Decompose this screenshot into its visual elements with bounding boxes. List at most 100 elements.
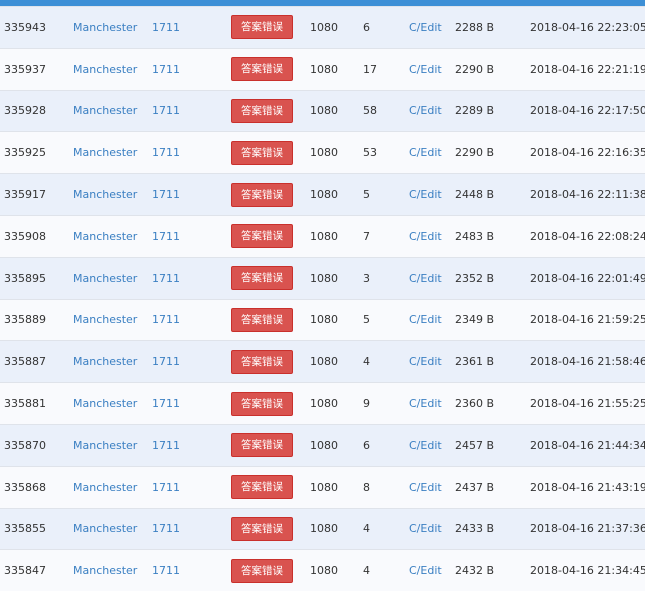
- table-row: 335870 Manchester 1711 答案错误 1080 6 C/Edi…: [0, 423, 645, 466]
- memory-value: 1080: [310, 438, 338, 452]
- submissions-table: 335943 Manchester 1711 答案错误 1080 6 C/Edi…: [0, 6, 645, 591]
- problem-link[interactable]: 1711: [152, 425, 180, 466]
- status-cell: 答案错误: [231, 509, 293, 550]
- run-id: 335895: [4, 271, 46, 285]
- status-badge[interactable]: 答案错误: [231, 307, 293, 332]
- language-link[interactable]: C/Edit: [409, 383, 442, 424]
- problem-link[interactable]: 1711: [152, 467, 180, 508]
- status-badge[interactable]: 答案错误: [231, 140, 293, 165]
- problem-link[interactable]: 1711: [152, 383, 180, 424]
- problem-link[interactable]: 1711: [152, 258, 180, 299]
- code-length: 2433 B: [455, 522, 495, 536]
- code-length: 2288 B: [455, 20, 495, 34]
- problem-link[interactable]: 1711: [152, 509, 180, 550]
- problem-link[interactable]: 1711: [152, 132, 180, 173]
- user-link[interactable]: Manchester: [73, 174, 137, 215]
- submit-time: 2018-04-16 22:16:35: [530, 146, 645, 160]
- memory-value: 1080: [310, 355, 338, 369]
- status-cell: 答案错误: [231, 383, 293, 424]
- user-link[interactable]: Manchester: [73, 509, 137, 550]
- status-cell: 答案错误: [231, 300, 293, 341]
- memory-value: 1080: [310, 20, 338, 34]
- run-id: 335928: [4, 104, 46, 118]
- code-length: 2448 B: [455, 188, 495, 202]
- run-id: 335847: [4, 564, 46, 578]
- status-badge[interactable]: 答案错误: [231, 558, 293, 583]
- language-link[interactable]: C/Edit: [409, 258, 442, 299]
- language-link[interactable]: C/Edit: [409, 49, 442, 90]
- status-badge[interactable]: 答案错误: [231, 391, 293, 416]
- submit-time: 2018-04-16 22:11:38: [530, 188, 645, 202]
- code-length: 2349 B: [455, 313, 495, 327]
- status-cell: 答案错误: [231, 91, 293, 132]
- language-link[interactable]: C/Edit: [409, 509, 442, 550]
- problem-link[interactable]: 1711: [152, 341, 180, 382]
- submit-time: 2018-04-16 22:23:05: [530, 20, 645, 34]
- user-link[interactable]: Manchester: [73, 383, 137, 424]
- status-badge[interactable]: 答案错误: [231, 475, 293, 500]
- user-link[interactable]: Manchester: [73, 300, 137, 341]
- problem-link[interactable]: 1711: [152, 216, 180, 257]
- table-row: 335868 Manchester 1711 答案错误 1080 8 C/Edi…: [0, 465, 645, 508]
- problem-link[interactable]: 1711: [152, 91, 180, 132]
- problem-link[interactable]: 1711: [152, 550, 180, 591]
- user-link[interactable]: Manchester: [73, 132, 137, 173]
- memory-value: 1080: [310, 62, 338, 76]
- run-id: 335881: [4, 397, 46, 411]
- user-link[interactable]: Manchester: [73, 467, 137, 508]
- run-id: 335870: [4, 438, 46, 452]
- language-link[interactable]: C/Edit: [409, 550, 442, 591]
- table-row: 335887 Manchester 1711 答案错误 1080 4 C/Edi…: [0, 340, 645, 383]
- memory-value: 1080: [310, 188, 338, 202]
- time-value: 8: [363, 480, 370, 494]
- language-link[interactable]: C/Edit: [409, 300, 442, 341]
- user-link[interactable]: Manchester: [73, 550, 137, 591]
- time-value: 17: [363, 62, 377, 76]
- status-badge[interactable]: 答案错误: [231, 433, 293, 458]
- run-id: 335908: [4, 229, 46, 243]
- user-link[interactable]: Manchester: [73, 49, 137, 90]
- time-value: 3: [363, 271, 370, 285]
- time-value: 6: [363, 20, 370, 34]
- status-cell: 答案错误: [231, 7, 293, 48]
- problem-link[interactable]: 1711: [152, 174, 180, 215]
- memory-value: 1080: [310, 522, 338, 536]
- status-cell: 答案错误: [231, 174, 293, 215]
- user-link[interactable]: Manchester: [73, 7, 137, 48]
- table-row: 335943 Manchester 1711 答案错误 1080 6 C/Edi…: [0, 6, 645, 48]
- user-link[interactable]: Manchester: [73, 341, 137, 382]
- language-link[interactable]: C/Edit: [409, 341, 442, 382]
- problem-link[interactable]: 1711: [152, 49, 180, 90]
- language-link[interactable]: C/Edit: [409, 91, 442, 132]
- user-link[interactable]: Manchester: [73, 91, 137, 132]
- problem-link[interactable]: 1711: [152, 300, 180, 341]
- time-value: 7: [363, 229, 370, 243]
- status-badge[interactable]: 答案错误: [231, 57, 293, 82]
- time-value: 9: [363, 397, 370, 411]
- user-link[interactable]: Manchester: [73, 425, 137, 466]
- user-link[interactable]: Manchester: [73, 216, 137, 257]
- status-badge[interactable]: 答案错误: [231, 98, 293, 123]
- status-badge[interactable]: 答案错误: [231, 15, 293, 40]
- code-length: 2290 B: [455, 62, 495, 76]
- status-badge[interactable]: 答案错误: [231, 516, 293, 541]
- submit-time: 2018-04-16 21:44:34: [530, 438, 645, 452]
- status-badge[interactable]: 答案错误: [231, 182, 293, 207]
- language-link[interactable]: C/Edit: [409, 7, 442, 48]
- user-link[interactable]: Manchester: [73, 258, 137, 299]
- status-badge[interactable]: 答案错误: [231, 349, 293, 374]
- table-row: 335881 Manchester 1711 答案错误 1080 9 C/Edi…: [0, 382, 645, 424]
- status-badge[interactable]: 答案错误: [231, 266, 293, 291]
- table-row: 335889 Manchester 1711 答案错误 1080 5 C/Edi…: [0, 298, 645, 341]
- language-link[interactable]: C/Edit: [409, 174, 442, 215]
- memory-value: 1080: [310, 229, 338, 243]
- submit-time: 2018-04-16 22:08:24: [530, 229, 645, 243]
- status-badge[interactable]: 答案错误: [231, 224, 293, 249]
- memory-value: 1080: [310, 313, 338, 327]
- language-link[interactable]: C/Edit: [409, 425, 442, 466]
- problem-link[interactable]: 1711: [152, 7, 180, 48]
- language-link[interactable]: C/Edit: [409, 467, 442, 508]
- language-link[interactable]: C/Edit: [409, 216, 442, 257]
- memory-value: 1080: [310, 146, 338, 160]
- language-link[interactable]: C/Edit: [409, 132, 442, 173]
